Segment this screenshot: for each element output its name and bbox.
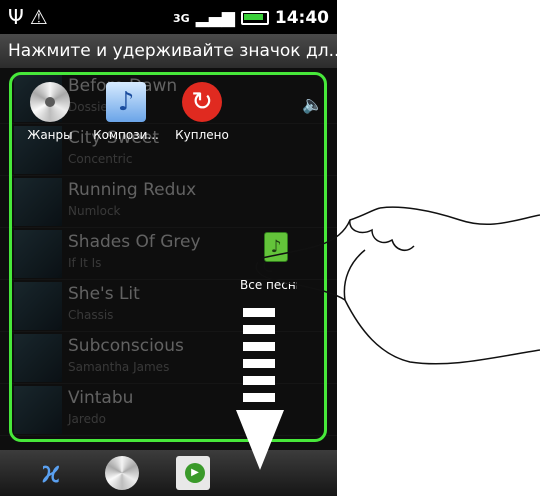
pointing-hand-icon xyxy=(255,206,540,365)
